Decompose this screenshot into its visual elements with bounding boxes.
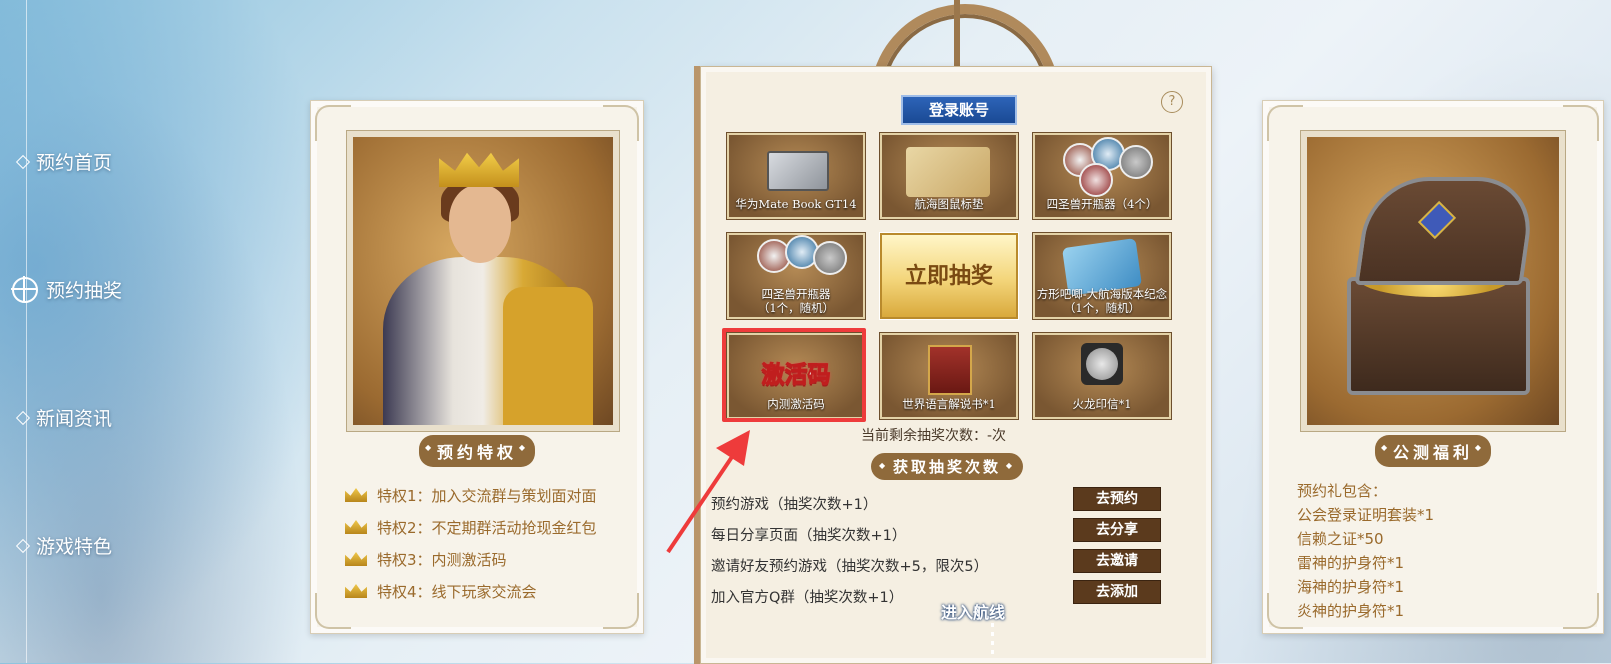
corner-ornament <box>1267 105 1303 141</box>
map-mousepad-icon <box>906 147 990 197</box>
ship-wheel-icon <box>12 275 38 303</box>
corner-ornament <box>1563 593 1599 629</box>
prize-laptop: 华为Mate Book GT14 <box>726 132 866 220</box>
king-portrait <box>346 130 620 432</box>
remaining-draws: 当前剩余抽奖次数：-次 <box>861 428 1007 444</box>
list-item: 特权3：内测激活码 <box>345 543 597 575</box>
list-item: 信赖之证*50 <box>1297 530 1384 548</box>
prize-openers-random: 四圣兽开瓶器 （1个，随机） <box>726 232 866 320</box>
list-item: 特权1：加入交流群与策划面对面 <box>345 479 597 511</box>
prize-badge: 方形吧唧-大航海版本纪念 （1个，随机） <box>1032 232 1172 320</box>
benefits-ribbon: 公测福利 <box>1374 435 1492 467</box>
task-text: 加入官方Q群（抽奖次数+1） <box>711 590 904 606</box>
prize-mousepad: 航海图鼠标垫 <box>879 132 1019 220</box>
task-text: 每日分享页面（抽奖次数+1） <box>711 528 907 544</box>
treasure-chest-image <box>1300 130 1566 432</box>
bottle-opener-icon <box>1079 163 1113 197</box>
corner-ornament <box>1563 105 1599 141</box>
privileges-list: 特权1：加入交流群与策划面对面 特权2：不定期群活动抢现金红包 特权3：内测激活… <box>345 479 597 607</box>
crown-icon <box>345 584 367 598</box>
laptop-icon <box>767 151 829 191</box>
task-text: 预约游戏（抽奖次数+1） <box>711 497 878 513</box>
crown-icon <box>345 520 367 534</box>
king-cape <box>503 287 593 425</box>
nav-item-label: 新闻资讯 <box>36 408 113 430</box>
prize-label: 火龙印信*1 <box>1072 397 1132 411</box>
nav-item-lottery[interactable]: 预约抽奖 <box>12 275 123 303</box>
list-item: 预约礼包含： <box>1297 482 1388 500</box>
nav-item-label: 游戏特色 <box>36 536 113 558</box>
share-button[interactable]: 去分享 <box>1073 518 1161 542</box>
draw-now-button[interactable]: 立即抽奖 <box>879 232 1019 320</box>
king-face <box>449 185 511 263</box>
privilege-text: 特权1：加入交流群与策划面对面 <box>377 486 597 505</box>
side-nav: 预约首页 预约抽奖 新闻资讯 游戏特色 <box>0 0 200 663</box>
task-text: 邀请好友预约游戏（抽奖次数+5，限次5） <box>711 559 989 575</box>
list-item: 特权4：线下玩家交流会 <box>345 575 597 607</box>
add-group-button[interactable]: 去添加 <box>1073 580 1161 604</box>
prize-label: 航海图鼠标垫 <box>914 197 984 211</box>
nav-item-label: 预约首页 <box>36 152 113 174</box>
privilege-text: 特权2：不定期群活动抢现金红包 <box>377 518 597 537</box>
list-item: 海神的护身符*1 <box>1297 578 1405 596</box>
corner-ornament <box>315 105 351 141</box>
prize-label: 华为Mate Book GT14 <box>735 197 857 211</box>
list-item: 公会登录证明套装*1 <box>1297 506 1435 524</box>
benefits-card: 公测福利 预约礼包含： 公会登录证明套装*1 信赖之证*50 雷神的护身符*1 … <box>1262 100 1604 634</box>
nav-item-features[interactable]: 游戏特色 <box>15 532 113 559</box>
nav-item-home[interactable]: 预约首页 <box>15 148 113 175</box>
nav-item-label: 预约抽奖 <box>46 280 123 302</box>
help-icon[interactable]: ? <box>1161 91 1183 113</box>
bottle-opener-icon <box>813 241 847 275</box>
diamond-icon <box>15 410 31 425</box>
prize-label: 四圣兽开瓶器（4个） <box>1046 197 1158 211</box>
prize-label: 方形吧唧-大航海版本纪念 （1个，随机） <box>1036 287 1168 315</box>
crown-icon <box>345 488 367 502</box>
lottery-panel: 登录账号 ? 华为Mate Book GT14 航海图鼠标垫 四圣兽开瓶器（4个… <box>700 66 1212 664</box>
prize-label: 世界语言解说书*1 <box>902 397 996 411</box>
prize-label: 四圣兽开瓶器 （1个，随机） <box>757 287 835 315</box>
privilege-text: 特权4：线下玩家交流会 <box>377 582 537 601</box>
corner-ornament <box>603 593 639 629</box>
dotted-line <box>991 623 994 659</box>
prize-openers-4: 四圣兽开瓶器（4个） <box>1032 132 1172 220</box>
gift-list: 预约礼包含： 公会登录证明套装*1 信赖之证*50 雷神的护身符*1 海神的护身… <box>1297 479 1434 623</box>
prize-book: 世界语言解说书*1 <box>879 332 1019 420</box>
privileges-card: 预约特权 特权1：加入交流群与策划面对面 特权2：不定期群活动抢现金红包 特权3… <box>310 100 644 634</box>
tasks-ribbon: 获取抽奖次数 <box>871 453 1024 480</box>
enter-route-link[interactable]: 进入航线 <box>941 599 1005 623</box>
list-item: 雷神的护身符*1 <box>1297 554 1405 572</box>
diamond-icon <box>15 154 31 169</box>
nav-item-news[interactable]: 新闻资讯 <box>15 404 113 431</box>
crown-icon <box>345 552 367 566</box>
reserve-button[interactable]: 去预约 <box>1073 487 1161 511</box>
diamond-icon <box>15 538 31 553</box>
list-item: 炎神的护身符*1 <box>1297 602 1405 620</box>
bottle-opener-icon <box>1119 145 1153 179</box>
highlight-box <box>722 328 866 422</box>
prize-seal: 火龙印信*1 <box>1032 332 1172 420</box>
book-icon <box>928 345 972 395</box>
privileges-ribbon: 预约特权 <box>418 435 536 467</box>
chest-lid <box>1354 177 1538 285</box>
login-button[interactable]: 登录账号 <box>901 95 1017 125</box>
privilege-text: 特权3：内测激活码 <box>377 550 507 569</box>
list-item: 特权2：不定期群活动抢现金红包 <box>345 511 597 543</box>
crown-icon <box>439 152 519 187</box>
invite-button[interactable]: 去邀请 <box>1073 549 1161 573</box>
fire-dragon-seal-icon <box>1081 343 1123 385</box>
